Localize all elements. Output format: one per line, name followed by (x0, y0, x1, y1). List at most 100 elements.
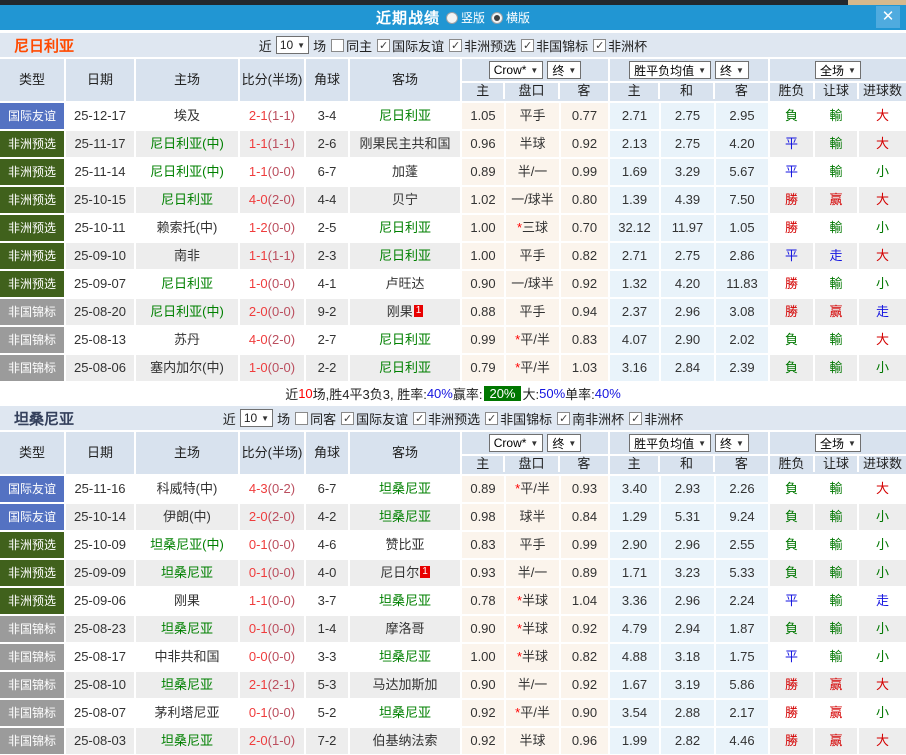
competition-checkbox[interactable]: ✓ 国际友谊 (377, 36, 444, 55)
result-goals: 大 (859, 243, 906, 269)
away-team[interactable]: 坦桑尼亚 (350, 588, 462, 614)
mean-away: 5.33 (716, 560, 770, 586)
col-home: 主场 (136, 59, 240, 101)
scope-select[interactable]: 全场 ▼ (815, 61, 861, 79)
home-team-name[interactable]: 坦桑尼亚 (161, 565, 213, 580)
away-team[interactable]: 尼日利亚 (350, 355, 462, 381)
home-team-name[interactable]: 尼日利亚(中) (150, 164, 224, 179)
odds-home: 0.79 (462, 355, 506, 381)
mean-final-select[interactable]: 终 ▼ (715, 434, 749, 452)
result-handicap: 輸 (815, 215, 859, 241)
away-team-name[interactable]: 坦桑尼亚 (379, 481, 431, 496)
table-row: 非国锦标 25-08-10 坦桑尼亚 2-1(2-1) 5-3 马达加斯加 0.90 半/一 0… (0, 672, 906, 700)
chevron-down-icon: ▼ (568, 65, 577, 75)
odds-final-select[interactable]: 终 ▼ (547, 434, 582, 452)
home-team[interactable]: 坦桑尼亚(中) (136, 532, 240, 558)
away-team: 加蓬 (350, 159, 462, 185)
away-team-name: 加蓬 (391, 164, 418, 179)
same-venue-checkbox[interactable]: 同主 (331, 36, 372, 55)
score-cell: 1-2(0-0) (240, 215, 306, 241)
summary-line: 近 10 场,胜4平3负3, 胜率: 40% 赢率: 20% 大: 50% 单率: 40% (0, 383, 906, 403)
competition-checkbox[interactable]: ✓ 非国锦标 (485, 409, 552, 428)
competition-checkbox[interactable]: ✓ 非国锦标 (521, 36, 588, 55)
home-team-name[interactable]: 坦桑尼亚(中) (150, 537, 224, 552)
home-team-name[interactable]: 尼日利亚(中) (150, 304, 224, 319)
mean-final-select[interactable]: 终 ▼ (715, 61, 749, 79)
layout-vertical-radio[interactable]: 竖版 (445, 9, 485, 26)
away-team[interactable]: 坦桑尼亚 (350, 504, 462, 530)
away-team-name[interactable]: 尼日利亚 (379, 332, 431, 347)
away-team-name[interactable]: 尼日利亚 (379, 108, 431, 123)
home-team[interactable]: 坦桑尼亚 (136, 616, 240, 642)
mean-select[interactable]: 胜平负均值 ▼ (629, 61, 711, 79)
home-team[interactable]: 尼日利亚 (136, 187, 240, 213)
away-team-name[interactable]: 尼日利亚 (379, 248, 431, 263)
score-cell: 1-1(1-1) (240, 243, 306, 269)
mean-select[interactable]: 胜平负均值 ▼ (629, 434, 711, 452)
home-team-name[interactable]: 尼日利亚(中) (150, 136, 224, 151)
odds-away: 0.84 (561, 504, 610, 530)
result-goals: 小 (859, 215, 906, 241)
table-row: 非国锦标 25-08-17 中非共和国 0-0(0-0) 3-3 坦桑尼亚 1.00 *半球 0… (0, 644, 906, 672)
home-team[interactable]: 坦桑尼亚 (136, 728, 240, 754)
home-team-name[interactable]: 坦桑尼亚 (161, 677, 213, 692)
same-venue-checkbox[interactable]: 同客 (295, 409, 336, 428)
competition-checkbox[interactable]: ✓ 国际友谊 (341, 409, 408, 428)
away-team-name[interactable]: 坦桑尼亚 (379, 705, 431, 720)
match-count-select[interactable]: 10 ▼ (275, 36, 310, 54)
odds-home: 0.88 (462, 299, 506, 325)
away-team-name[interactable]: 坦桑尼亚 (379, 509, 431, 524)
mean-away: 5.67 (716, 159, 770, 185)
home-team[interactable]: 尼日利亚(中) (136, 159, 240, 185)
odds-away: 0.99 (561, 532, 610, 558)
scope-select[interactable]: 全场 ▼ (815, 434, 861, 452)
home-team[interactable]: 坦桑尼亚 (136, 560, 240, 586)
away-team-name[interactable]: 坦桑尼亚 (379, 593, 431, 608)
col-mean-home: 主 (610, 456, 661, 472)
home-team[interactable]: 尼日利亚(中) (136, 131, 240, 157)
table-row: 非洲预选 25-09-10 南非 1-1(1-1) 2-3 尼日利亚 1.00 平手 0.82 2… (0, 243, 906, 271)
competition-checkbox[interactable]: ✓ 非洲预选 (449, 36, 516, 55)
handicap-text: 一/球半 (511, 276, 554, 291)
close-button[interactable]: ✕ (876, 6, 900, 28)
away-team-name[interactable]: 坦桑尼亚 (379, 649, 431, 664)
result-goals: 大 (859, 187, 906, 213)
match-date: 25-09-10 (66, 243, 136, 269)
away-team-name[interactable]: 尼日利亚 (379, 360, 431, 375)
odds-company-select[interactable]: Crow* ▼ (488, 434, 544, 452)
home-team[interactable]: 尼日利亚 (136, 271, 240, 297)
competition-checkbox[interactable]: ✓ 南非洲杯 (557, 409, 624, 428)
competition-checkbox[interactable]: ✓ 非洲杯 (629, 409, 683, 428)
match-count-select[interactable]: 10 ▼ (239, 409, 274, 427)
away-team[interactable]: 坦桑尼亚 (350, 476, 462, 502)
away-team[interactable]: 尼日利亚 (350, 327, 462, 353)
home-team[interactable]: 坦桑尼亚 (136, 672, 240, 698)
home-team[interactable]: 尼日利亚(中) (136, 299, 240, 325)
matches-unit-label: 场 (277, 411, 291, 427)
home-team-name[interactable]: 坦桑尼亚 (161, 733, 213, 748)
mean-header-group: 胜平负均值 ▼ 终 ▼ 主 和 客 (610, 59, 770, 101)
away-team[interactable]: 坦桑尼亚 (350, 700, 462, 726)
away-team[interactable]: 坦桑尼亚 (350, 644, 462, 670)
home-team-name[interactable]: 尼日利亚 (161, 276, 213, 291)
mean-home: 3.40 (610, 476, 661, 502)
col-date: 日期 (66, 432, 136, 474)
match-type-badge: 非国锦标 (0, 728, 66, 754)
layout-horizontal-radio[interactable]: 横版 (491, 9, 530, 26)
result-goals: 走 (859, 299, 906, 325)
home-team-name[interactable]: 尼日利亚 (161, 192, 213, 207)
away-team[interactable]: 尼日利亚 (350, 243, 462, 269)
away-team[interactable]: 尼日利亚 (350, 103, 462, 129)
odds-company-select[interactable]: Crow* ▼ (488, 61, 544, 79)
away-team[interactable]: 尼日利亚 (350, 215, 462, 241)
competition-checkbox[interactable]: ✓ 非洲杯 (593, 36, 647, 55)
away-team-name[interactable]: 尼日利亚 (379, 220, 431, 235)
checkbox-checked-icon: ✓ (377, 38, 391, 52)
competition-checkbox[interactable]: ✓ 非洲预选 (413, 409, 480, 428)
odds-final-select[interactable]: 终 ▼ (547, 61, 582, 79)
result-goals: 小 (859, 159, 906, 185)
home-team-name[interactable]: 坦桑尼亚 (161, 621, 213, 636)
away-team: 贝宁 (350, 187, 462, 213)
mean-header-group: 胜平负均值 ▼ 终 ▼ 主 和 客 (610, 432, 770, 474)
result-handicap: 輸 (815, 476, 859, 502)
